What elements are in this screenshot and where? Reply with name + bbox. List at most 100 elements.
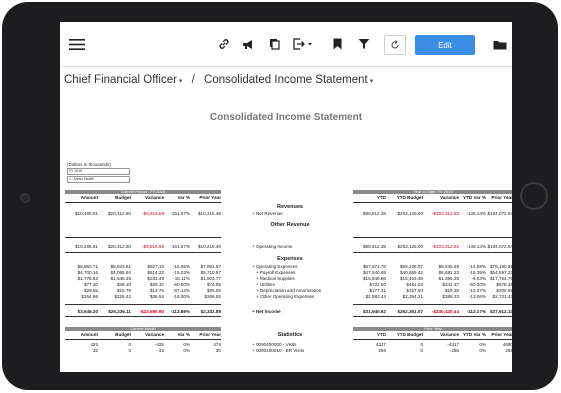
table-cell: $264.96	[81, 294, 98, 299]
table-cell: 30	[215, 348, 221, 353]
app-screen: Edit Chief Financial Officer ▾ / Consolid…	[60, 22, 512, 372]
table-cell: 32	[92, 348, 98, 353]
column-header: Variance	[440, 195, 459, 200]
column-header: Amount	[80, 332, 98, 337]
row-rule	[353, 316, 512, 317]
table-cell: $10,215.46	[198, 211, 221, 216]
table-cell: -16.00%	[172, 294, 190, 299]
copy-icon[interactable]	[267, 34, 281, 54]
table-cell: $203,125.00	[397, 244, 423, 249]
section-statistics: Statistics	[277, 332, 303, 338]
column-header: Var %	[177, 195, 190, 200]
table-cell: $266.92	[204, 294, 221, 299]
column-header: Prior Year	[491, 332, 512, 337]
header-rule	[353, 339, 512, 340]
table-cell: $26,236.11	[108, 309, 131, 314]
row-label[interactable]: + Other Operating Expenses	[256, 294, 314, 300]
table-cell: $27,912.13	[490, 309, 512, 314]
row-label[interactable]: + Net Income	[252, 309, 281, 315]
report-parameters: (Dollars in thousands) FY 2018 1 - Metro…	[67, 162, 130, 183]
breadcrumb-separator: /	[191, 74, 195, 86]
row-rule	[65, 237, 221, 238]
table-cell: $2,721.43	[492, 294, 512, 299]
prior-year-header: Prior Year	[353, 327, 512, 331]
table-cell: $31,940.62	[363, 309, 386, 314]
tablet-frame: Edit Chief Financial Officer ▾ / Consolid…	[2, 2, 558, 390]
current-month-header: Current Month	[65, 327, 221, 331]
section-other-revenue: Other Revenue	[270, 222, 310, 228]
bookmark-icon[interactable]	[331, 34, 343, 54]
table-cell: $10,215.46	[198, 244, 221, 249]
column-header: Var %	[177, 332, 190, 337]
table-cell: $2,294.21	[402, 294, 423, 299]
table-cell: $104,072.94	[487, 244, 512, 249]
row-label[interactable]: + Operating Income	[252, 244, 292, 250]
table-cell: 0%	[183, 348, 190, 353]
column-header: Variance	[440, 332, 459, 337]
link-icon[interactable]	[217, 34, 231, 54]
table-cell: $288.23	[442, 294, 459, 299]
year-to-date-header: Year to Date: FY 2018	[353, 190, 512, 194]
column-header: Budget	[115, 332, 131, 337]
table-cell: -$230,420.44	[431, 309, 459, 314]
table-cell: -$103,312.62	[431, 244, 459, 249]
breadcrumb: Chief Financial Officer ▾ / Consolidated …	[64, 74, 373, 86]
column-header: Variance	[145, 195, 164, 200]
table-cell: $99,812.38	[363, 244, 386, 249]
table-cell: 256	[378, 348, 386, 353]
table-cell: -$103,312.62	[431, 211, 459, 216]
stat-label[interactable]: + 0090400010 - ER Visits	[252, 348, 304, 354]
facility-select[interactable]: 1 - Metro Health	[67, 176, 130, 183]
column-header: Budget	[115, 195, 131, 200]
table-cell: $3,645.20	[77, 309, 98, 314]
camera-icon	[20, 193, 30, 203]
table-cell: $228.42	[114, 294, 131, 299]
table-cell: -256	[449, 348, 459, 353]
table-cell: -151.67%	[170, 244, 190, 249]
header-rule	[65, 339, 221, 340]
announce-icon[interactable]	[241, 34, 255, 54]
table-cell: $203,125.00	[397, 211, 423, 216]
row-label[interactable]: + Net Revenue	[252, 211, 283, 217]
column-header: Variance	[145, 332, 164, 337]
table-cell: -$9,816.59	[142, 244, 164, 249]
table-cell: $36.54	[149, 294, 164, 299]
edit-button[interactable]: Edit	[415, 35, 475, 55]
export-icon[interactable]	[292, 34, 314, 54]
fiscal-year-select[interactable]: FY 2018	[67, 168, 130, 175]
table-cell: -13.06%	[468, 294, 486, 299]
table-cell: 0	[420, 348, 423, 353]
column-header: Amount	[80, 195, 98, 200]
row-rule	[353, 304, 512, 305]
home-button[interactable]	[520, 182, 548, 210]
table-cell: -151.67%	[170, 211, 190, 216]
caret-down-icon[interactable]: ▾	[179, 78, 183, 85]
current-period-header: Current Period : FY 2018	[65, 190, 221, 194]
table-cell: $20,312.50	[108, 244, 131, 249]
table-cell: -$9,816.59	[142, 211, 164, 216]
column-header: YTD Budget	[396, 332, 423, 337]
folder-icon[interactable]	[492, 34, 508, 54]
table-cell: $2,332.89	[200, 309, 221, 314]
caret-down-icon[interactable]: ▾	[370, 78, 374, 85]
table-cell: 258	[505, 348, 512, 353]
filter-icon[interactable]	[357, 34, 371, 54]
section-revenues: Revenues	[277, 204, 303, 210]
section-expenses: Expenses	[277, 256, 303, 262]
table-cell: -112.17%	[466, 309, 486, 314]
breadcrumb-parent[interactable]: Chief Financial Officer	[64, 74, 177, 86]
table-cell: $262,361.07	[397, 309, 423, 314]
column-header: YTD	[376, 332, 386, 337]
row-rule	[353, 237, 512, 238]
toolbar: Edit	[60, 22, 512, 67]
table-cell: -149.14%	[466, 211, 486, 216]
table-cell: $104,072.94	[487, 211, 512, 216]
row-rule	[65, 304, 221, 305]
table-cell: -113.89%	[170, 309, 190, 314]
refresh-icon[interactable]	[384, 35, 406, 55]
breadcrumb-current[interactable]: Consolidated Income Statement	[204, 74, 368, 86]
column-header: YTD	[376, 195, 386, 200]
table-cell: $10,495.91	[75, 211, 98, 216]
table-cell: $2,582.44	[365, 294, 386, 299]
menu-icon[interactable]	[68, 34, 86, 54]
